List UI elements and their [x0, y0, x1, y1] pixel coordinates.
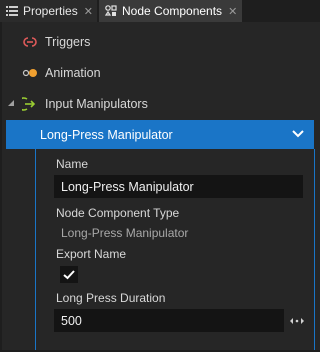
- long-press-duration-field[interactable]: 500: [54, 309, 284, 332]
- expand-arrow-icon[interactable]: [7, 99, 15, 107]
- panel-border: [0, 22, 2, 352]
- export-name-label: Export Name: [56, 247, 127, 261]
- tab-node-components-label: Node Components: [122, 4, 223, 18]
- component-row-animation[interactable]: Animation: [0, 58, 320, 89]
- type-value: Long-Press Manipulator: [61, 226, 189, 240]
- chevron-down-icon[interactable]: [292, 129, 304, 139]
- long-press-duration-label: Long Press Duration: [56, 291, 166, 305]
- animation-icon: [22, 69, 37, 77]
- close-icon[interactable]: ✕: [84, 5, 93, 18]
- tab-node-components[interactable]: Node Components ✕: [99, 0, 242, 22]
- component-label: Input Manipulators: [45, 97, 148, 111]
- checkmark-icon: [63, 270, 75, 280]
- component-row-input-manipulators[interactable]: Input Manipulators: [0, 89, 320, 120]
- type-label: Node Component Type: [56, 206, 180, 220]
- name-label: Name: [56, 157, 89, 171]
- selected-component-header[interactable]: Long-Press Manipulator: [6, 120, 314, 149]
- list-icon: [6, 6, 18, 16]
- components-icon: [105, 5, 117, 16]
- close-icon[interactable]: ✕: [228, 5, 237, 18]
- tab-bar: Properties ✕ Node Components ✕: [0, 0, 320, 22]
- drag-value-icon[interactable]: [289, 316, 305, 326]
- trigger-icon: [23, 37, 37, 47]
- tab-properties[interactable]: Properties ✕: [0, 0, 97, 22]
- node-components-panel: Triggers Animation Input Manipulators Lo…: [0, 22, 320, 352]
- tab-properties-label: Properties: [23, 4, 78, 18]
- selected-component-title: Long-Press Manipulator: [40, 128, 173, 142]
- name-field[interactable]: Long-Press Manipulator: [54, 175, 303, 198]
- component-row-triggers[interactable]: Triggers: [0, 27, 320, 58]
- component-label: Triggers: [45, 35, 91, 49]
- export-name-checkbox[interactable]: [60, 266, 78, 283]
- component-properties: Name Long-Press Manipulator Node Compone…: [35, 149, 315, 352]
- input-manipulators-icon: [22, 97, 36, 111]
- component-label: Animation: [45, 66, 101, 80]
